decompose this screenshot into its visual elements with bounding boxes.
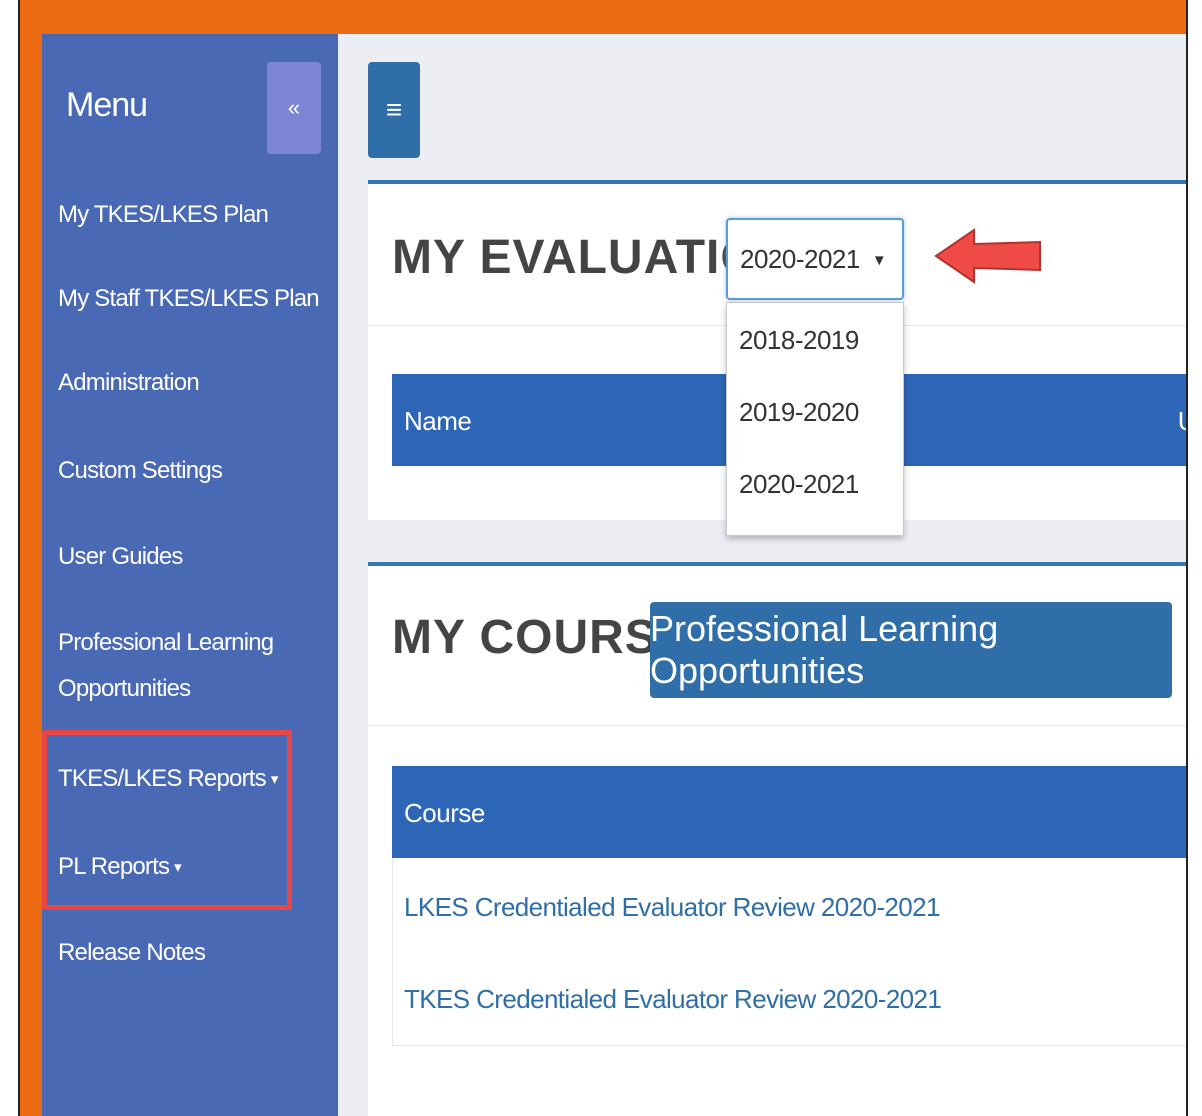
- my-evaluation-panel: MY EVALUATION 2020-2021▼ Name U 2018-201…: [368, 180, 1186, 536]
- sidebar-item-custom-settings[interactable]: Custom Settings: [58, 448, 223, 494]
- column-header-course: Course: [404, 798, 485, 828]
- menu-title: Menu: [66, 86, 148, 124]
- sidebar-item-administration[interactable]: Administration: [58, 360, 200, 406]
- double-chevron-left-icon: «: [287, 95, 301, 120]
- main-content: ≡ MY EVALUATION 2020-2021▼ Name U 2018-2…: [338, 34, 1186, 1116]
- course-list: [392, 858, 1186, 1046]
- column-header-partial: U: [1178, 406, 1186, 437]
- course-link-tkes[interactable]: TKES Credentialed Evaluator Review 2020-…: [404, 984, 942, 1015]
- caret-down-icon: ▼: [871, 252, 887, 269]
- year-option[interactable]: 2020-2021: [727, 447, 903, 519]
- hamburger-menu-button[interactable]: ≡: [368, 62, 420, 158]
- hamburger-icon: ≡: [385, 94, 403, 125]
- column-header-name: Name: [404, 406, 472, 436]
- sidebar-item-my-plan[interactable]: My TKES/LKES Plan: [58, 192, 269, 238]
- red-arrow-icon: [934, 228, 1041, 284]
- selected-year: 2020-2021: [740, 244, 860, 274]
- my-courses-panel: MY COURSES Professional Learning Opportu…: [368, 562, 1186, 1116]
- year-select[interactable]: 2020-2021 ▼: [726, 218, 904, 300]
- professional-learning-opportunities-button[interactable]: Professional Learning Opportunities: [650, 602, 1172, 698]
- reports-highlight-box: [42, 730, 292, 910]
- sidebar-item-professional-learning-line2[interactable]: Opportunities: [58, 666, 191, 712]
- year-option[interactable]: 2018-2019: [727, 303, 903, 375]
- sidebar: Menu « My TKES/LKES Plan My Staff TKES/L…: [42, 34, 338, 1116]
- sidebar-item-my-staff-plan[interactable]: My Staff TKES/LKES Plan: [58, 276, 320, 322]
- year-dropdown-list: 2018-2019 2019-2020 2020-2021: [726, 302, 904, 536]
- screenshot-frame: Menu « My TKES/LKES Plan My Staff TKES/L…: [18, 0, 1188, 1116]
- orange-side-bar: [20, 34, 42, 1116]
- sidebar-item-release-notes[interactable]: Release Notes: [58, 930, 206, 976]
- year-option[interactable]: 2019-2020: [727, 375, 903, 447]
- courses-table-header: Course: [392, 766, 1186, 858]
- course-link-lkes[interactable]: LKES Credentialed Evaluator Review 2020-…: [404, 892, 940, 923]
- sidebar-item-professional-learning[interactable]: Professional Learning: [58, 620, 274, 666]
- panel-header: MY COURSES Professional Learning Opportu…: [368, 566, 1186, 726]
- collapse-sidebar-button[interactable]: «: [267, 62, 321, 154]
- sidebar-item-user-guides[interactable]: User Guides: [58, 534, 183, 580]
- orange-top-bar: [20, 0, 1186, 34]
